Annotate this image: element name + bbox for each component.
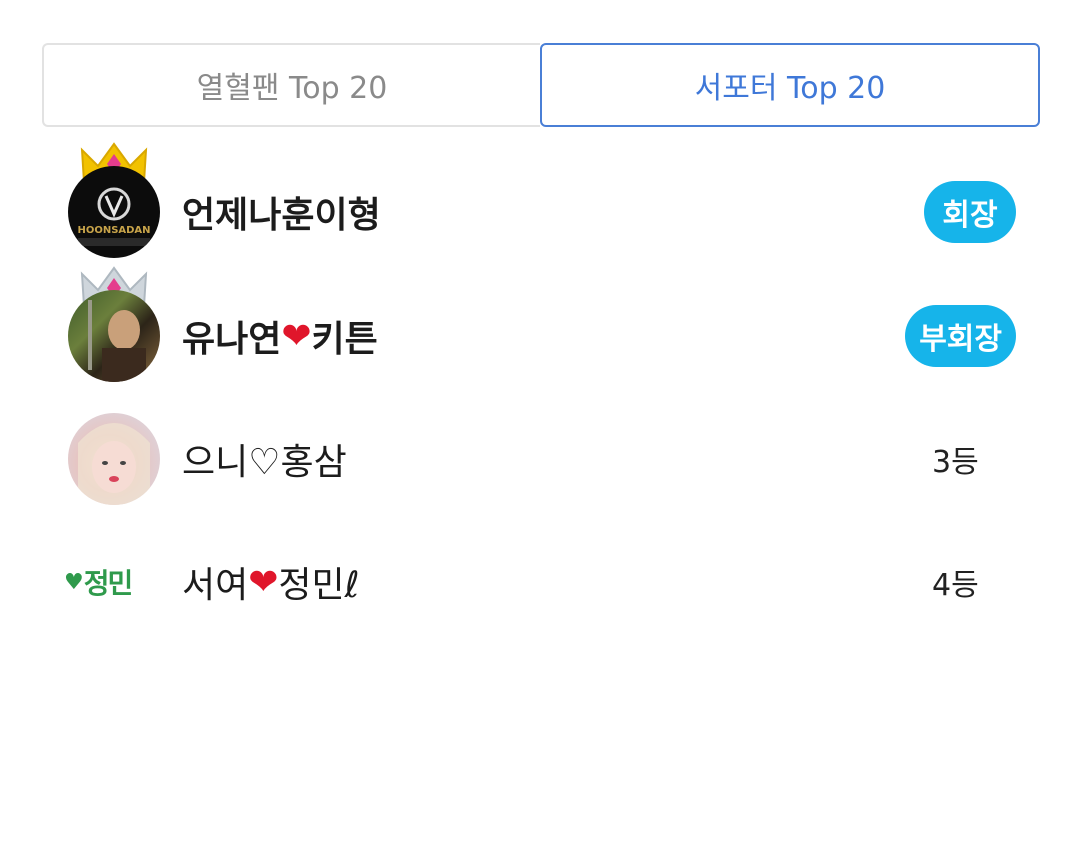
avatar[interactable] xyxy=(68,290,160,382)
role-badge: 부회장 xyxy=(905,305,1016,367)
supporter-name: 서여 ❤ 정민ℓ xyxy=(182,561,360,607)
supporter-name: 유나연 ❤ 키튼 xyxy=(182,315,378,361)
heart-icon: ❤ xyxy=(248,561,279,603)
list-item[interactable]: 유나연 ❤ 키튼 부회장 xyxy=(0,266,1080,386)
role-badge: 회장 xyxy=(924,181,1016,243)
heart-icon: ❤ xyxy=(281,315,312,357)
avatar[interactable]: ♥ 정민 xyxy=(64,532,133,632)
tab-fan-top20[interactable]: 열혈팬 Top 20 xyxy=(42,43,540,127)
rank-label: 4등 xyxy=(932,568,979,603)
supporter-name: 으니♡홍삼 xyxy=(182,442,347,483)
avatar[interactable] xyxy=(68,413,160,505)
green-heart-icon: ♥ xyxy=(64,569,84,595)
list-item[interactable]: ♥ 정민 서여 ❤ 정민ℓ 4등 xyxy=(0,532,1080,632)
list-item[interactable]: 으니♡홍삼 3등 xyxy=(0,409,1080,509)
list-item[interactable]: HOONSADAN 언제나훈이형 회장 xyxy=(0,142,1080,262)
rank-label: 3등 xyxy=(932,445,979,480)
avatar[interactable]: HOONSADAN xyxy=(68,166,160,258)
avatar-logo-text: HOONSADAN xyxy=(77,225,150,236)
ranking-tabs: 열혈팬 Top 20 서포터 Top 20 xyxy=(42,43,1040,127)
supporter-name: 언제나훈이형 xyxy=(182,195,381,236)
tab-supporter-top20[interactable]: 서포터 Top 20 xyxy=(540,43,1040,127)
